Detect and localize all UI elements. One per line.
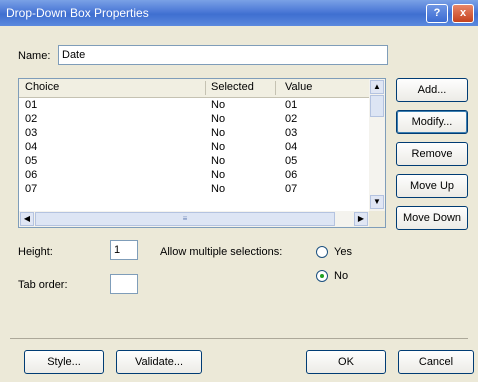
name-label: Name: xyxy=(18,50,51,62)
scroll-down-icon[interactable]: ▼ xyxy=(370,195,384,209)
multiple-no-label[interactable]: No xyxy=(334,270,348,282)
tab-order-input[interactable] xyxy=(110,274,138,294)
scroll-right-icon[interactable]: ▶ xyxy=(354,212,368,226)
row-selected: No xyxy=(211,127,226,139)
move-down-button[interactable]: Move Down xyxy=(396,206,468,230)
validate-button[interactable]: Validate... xyxy=(116,350,202,374)
horizontal-scroll-thumb[interactable]: ≡ xyxy=(35,212,335,226)
row-selected: No xyxy=(211,155,226,167)
row-choice: 02 xyxy=(25,113,38,125)
move-up-button[interactable]: Move Up xyxy=(396,174,468,198)
add-button[interactable]: Add... xyxy=(396,78,468,102)
row-choice: 07 xyxy=(25,183,38,193)
row-selected: No xyxy=(211,169,226,181)
row-selected: No xyxy=(211,113,226,125)
list-row[interactable]: 06 No 06 xyxy=(19,169,369,183)
header-divider xyxy=(275,81,276,95)
list-row[interactable]: 04 No 04 xyxy=(19,141,369,155)
modify-button[interactable]: Modify... xyxy=(396,110,468,134)
row-choice: 03 xyxy=(25,127,38,139)
list-row[interactable]: 01 No 01 xyxy=(19,99,369,113)
row-choice: 01 xyxy=(25,99,38,111)
row-selected: No xyxy=(211,183,226,193)
multiple-selections-label: Allow multiple selections: xyxy=(160,246,283,258)
header-value[interactable]: Value xyxy=(285,81,312,93)
list-row[interactable]: 07 No 07 xyxy=(19,183,369,193)
window-title: Drop-Down Box Properties xyxy=(6,6,149,20)
list-row[interactable]: 03 No 03 xyxy=(19,127,369,141)
name-input-value: Date xyxy=(62,49,86,61)
list-row[interactable]: 02 No 02 xyxy=(19,113,369,127)
multiple-yes-label[interactable]: Yes xyxy=(334,246,352,258)
row-choice: 05 xyxy=(25,155,38,167)
vertical-scroll-thumb[interactable] xyxy=(370,95,384,117)
style-button[interactable]: Style... xyxy=(24,350,104,374)
remove-button[interactable]: Remove xyxy=(396,142,468,166)
row-choice: 06 xyxy=(25,169,38,181)
header-selected[interactable]: Selected xyxy=(211,81,254,93)
vertical-scrollbar[interactable]: ▲ ▼ xyxy=(369,79,385,211)
multiple-no-radio[interactable] xyxy=(316,270,328,282)
height-label: Height: xyxy=(18,246,53,258)
row-selected: No xyxy=(211,141,226,153)
help-button[interactable]: ? xyxy=(426,4,448,23)
list-header: Choice Selected Value xyxy=(19,79,369,98)
tab-order-label: Tab order: xyxy=(18,279,68,291)
row-selected: No xyxy=(211,99,226,111)
scrollbar-corner xyxy=(369,211,385,227)
name-input[interactable]: Date xyxy=(58,45,388,65)
cancel-button[interactable]: Cancel xyxy=(398,350,474,374)
row-value: 04 xyxy=(285,141,298,153)
footer-separator xyxy=(10,338,468,339)
scroll-left-icon[interactable]: ◀ xyxy=(20,212,34,226)
multiple-yes-radio[interactable] xyxy=(316,246,328,258)
row-value: 05 xyxy=(285,155,298,167)
height-input[interactable]: 1 xyxy=(110,240,138,260)
list-row[interactable]: 05 No 05 xyxy=(19,155,369,169)
row-value: 01 xyxy=(285,99,298,111)
title-bar: Drop-Down Box Properties ? x xyxy=(0,0,478,26)
header-divider xyxy=(205,81,206,95)
row-value: 03 xyxy=(285,127,298,139)
choices-list[interactable]: Choice Selected Value 01 No 01 02 No 02 … xyxy=(18,78,386,228)
row-value: 07 xyxy=(285,183,298,193)
ok-button[interactable]: OK xyxy=(306,350,386,374)
row-value: 06 xyxy=(285,169,298,181)
header-choice[interactable]: Choice xyxy=(25,81,59,93)
height-input-value: 1 xyxy=(114,244,121,256)
close-button[interactable]: x xyxy=(452,4,474,23)
scroll-up-icon[interactable]: ▲ xyxy=(370,80,384,94)
row-value: 02 xyxy=(285,113,298,125)
row-choice: 04 xyxy=(25,141,38,153)
horizontal-scrollbar[interactable]: ◀ ≡ ▶ xyxy=(19,211,369,227)
